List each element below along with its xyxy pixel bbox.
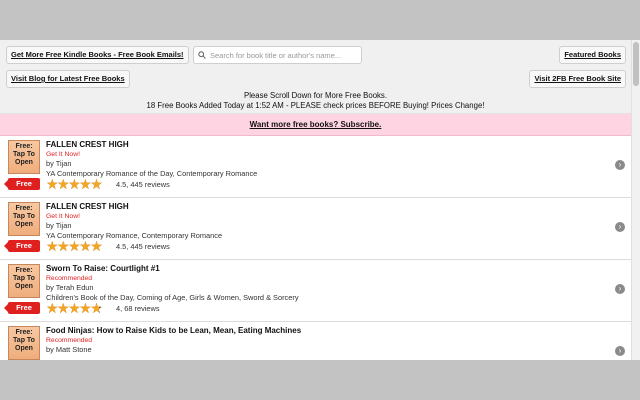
book-row[interactable]: Free: Tap To Open Free FALLEN CREST HIGH G… [0,198,631,260]
book-status: Recommended [46,275,93,282]
book-info: FALLEN CREST HIGH Get It Now! by Tijan Y… [46,202,606,253]
chevron-right-icon[interactable]: › [615,346,625,356]
rating-text: 4.5, 445 reviews [116,180,170,189]
book-status: Recommended [46,337,93,344]
scrollbar-thumb[interactable] [633,42,639,86]
rating-text: 4.5, 445 reviews [116,242,170,251]
star-rating-icon: ★★★★★ ★★★★★ [46,238,103,254]
book-title[interactable]: Sworn To Raise: Courtlight #1 [46,264,606,274]
featured-books-button[interactable]: Featured Books [559,46,626,64]
star-rating-icon: ★★★★★ ★★★★★ [46,176,103,192]
book-cover[interactable]: Free: Tap To Open [8,202,40,236]
cover-line: Tap To [13,337,35,344]
cover-line: Open [15,221,33,228]
star-rating-icon: ★★★★★ ★★★★★ [46,300,103,316]
top-toolbar: Get More Free Kindle Books - Free Book E… [0,40,640,114]
book-title[interactable]: FALLEN CREST HIGH [46,140,606,150]
cover-line: Free: [15,205,33,212]
subscribe-banner: Want more free books? Subscribe. [0,114,631,136]
cover-line: Free: [15,143,33,150]
book-author: by Terah Edun [46,283,94,292]
cover-line: Open [15,159,33,166]
book-info: Food Ninjas: How to Raise Kids to be Lea… [46,326,606,355]
notice-line-1: Please Scroll Down for More Free Books. [244,91,387,100]
book-status: Get It Now! [46,151,80,158]
book-rating: ★★★★★ ★★★★★ 4, 68 reviews [46,300,606,316]
cover-line: Open [15,283,33,290]
cover-line: Free: [15,329,33,336]
search-icon [198,51,206,59]
book-list: Free: Tap To Open Free FALLEN CREST HIGH G… [0,136,631,360]
book-cover[interactable]: Free: Tap To Open [8,264,40,298]
book-categories: YA Contemporary Romance of the Day, Cont… [46,168,258,178]
rating-text: 4, 68 reviews [116,304,160,313]
book-author: by Tijan [46,159,72,168]
visit-blog-button[interactable]: Visit Blog for Latest Free Books [6,70,130,88]
book-info: FALLEN CREST HIGH Get It Now! by Tijan Y… [46,140,606,191]
book-author: by Tijan [46,221,72,230]
notice-line-2: 18 Free Books Added Today at 1:52 AM - P… [146,101,485,110]
cover-line: Tap To [13,275,35,282]
book-categories: Children's Book of the Day, Coming of Ag… [46,292,299,302]
visit-site-button[interactable]: Visit 2FB Free Book Site [529,70,626,88]
book-rating: ★★★★★ ★★★★★ 4.5, 445 reviews [46,176,606,192]
free-badge: Free [4,302,40,314]
subscribe-link[interactable]: Want more free books? Subscribe. [250,120,382,129]
vertical-scrollbar[interactable] [631,40,640,360]
book-author: by Matt Stone [46,345,92,354]
cover-line: Tap To [13,151,35,158]
book-row[interactable]: Free: Tap To Open Free Sworn To Raise: Cou… [0,260,631,322]
book-rating: ★★★★★ ★★★★★ 4.5, 445 reviews [46,238,606,254]
book-title[interactable]: FALLEN CREST HIGH [46,202,606,212]
book-info: Sworn To Raise: Courtlight #1 Recommende… [46,264,606,315]
free-badge: Free [4,240,40,252]
book-row[interactable]: Free: Tap To Open Free FALLEN CREST HIGH G… [0,136,631,198]
cover-line: Tap To [13,213,35,220]
book-cover[interactable]: Free: Tap To Open [8,326,40,360]
chevron-right-icon[interactable]: › [615,284,625,294]
cover-line: Free: [15,267,33,274]
book-cover[interactable]: Free: Tap To Open [8,140,40,174]
app-window: Get More Free Kindle Books - Free Book E… [0,40,640,360]
cover-line: Open [15,345,33,352]
book-title[interactable]: Food Ninjas: How to Raise Kids to be Lea… [46,326,606,336]
chevron-right-icon[interactable]: › [615,160,625,170]
get-more-free-books-button[interactable]: Get More Free Kindle Books - Free Book E… [6,46,189,64]
book-categories: YA Contemporary Romance, Contemporary Ro… [46,230,223,240]
search-input[interactable] [210,50,360,60]
search-box[interactable] [193,46,362,64]
chevron-right-icon[interactable]: › [615,222,625,232]
free-badge: Free [4,178,40,190]
notice-text: Please Scroll Down for More Free Books. … [0,91,631,111]
book-status: Get It Now! [46,213,80,220]
book-row[interactable]: Free:Tap ToOpen Free Food Ninjas: How to… [0,322,631,360]
